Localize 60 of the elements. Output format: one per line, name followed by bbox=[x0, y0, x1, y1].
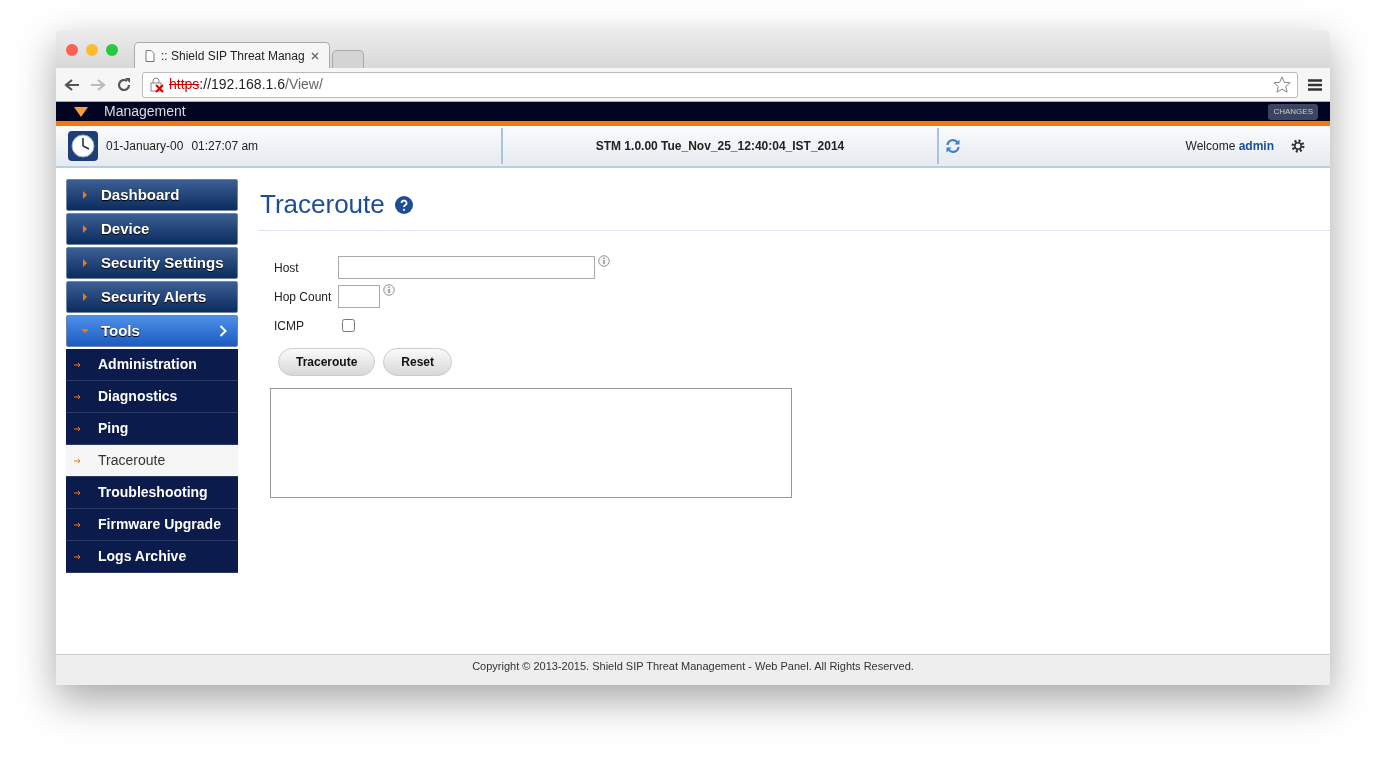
star-icon[interactable] bbox=[1273, 75, 1291, 94]
arrow-right-icon bbox=[74, 457, 82, 464]
window-control[interactable] bbox=[66, 44, 78, 56]
info-icon bbox=[598, 255, 610, 267]
settings-icon[interactable] bbox=[1290, 138, 1306, 154]
welcome-text: Welcome admin bbox=[1185, 138, 1274, 155]
changes-button[interactable]: CHANGES bbox=[1268, 103, 1318, 120]
field-label: ICMP bbox=[274, 317, 305, 335]
sidebar-item[interactable]: Security Settings bbox=[66, 247, 238, 279]
arrow-right-icon bbox=[74, 521, 82, 528]
page-title: Traceroute bbox=[260, 188, 385, 221]
arrow-right-icon bbox=[74, 489, 82, 496]
caret-right-icon bbox=[81, 259, 89, 267]
tab-title: :: Shield SIP Threat Manag bbox=[161, 47, 305, 65]
chevron-right-icon bbox=[219, 325, 227, 337]
hop-count-field[interactable] bbox=[338, 285, 380, 308]
caret-down-icon bbox=[81, 327, 89, 335]
traceroute-button[interactable]: Traceroute bbox=[278, 348, 376, 376]
caret-right-icon bbox=[81, 225, 89, 233]
copyright-text: Copyright © 2013-2015. Shield SIP Threat Management - Web Panel. All Rights Reserved. bbox=[56, 654, 1330, 685]
caret-right-icon bbox=[81, 293, 89, 301]
sidebar-item[interactable]: Device bbox=[66, 213, 238, 245]
icmp-checkbox[interactable] bbox=[342, 319, 355, 332]
arrow-right-icon bbox=[74, 393, 82, 400]
url-text: https://192.168.1.6/View/ bbox=[169, 75, 323, 94]
clock-icon bbox=[68, 131, 98, 161]
logo-icon bbox=[74, 106, 88, 117]
field-label: Hop Count bbox=[274, 288, 333, 306]
address-bar[interactable]: https://192.168.1.6/View/ bbox=[142, 71, 1298, 98]
host-field[interactable] bbox=[338, 256, 595, 279]
reload-icon[interactable] bbox=[116, 76, 132, 93]
arrow-right-icon bbox=[74, 425, 82, 432]
refresh-icon[interactable] bbox=[945, 138, 961, 154]
version-text: STM 1.0.00 Tue_Nov_25_12:40:04_IST_2014 bbox=[503, 128, 939, 164]
browser-tab[interactable]: :: Shield SIP Threat Manag bbox=[134, 42, 330, 68]
sidebar-item[interactable]: Security Alerts bbox=[66, 281, 238, 313]
submenu-item[interactable]: Diagnostics bbox=[66, 381, 238, 413]
caret-right-icon bbox=[81, 191, 89, 199]
submenu-item[interactable]: Administration bbox=[66, 349, 238, 381]
submenu-item[interactable]: Traceroute bbox=[66, 445, 238, 477]
help-icon[interactable] bbox=[394, 195, 413, 214]
brand-name: Management bbox=[104, 102, 186, 121]
close-icon[interactable] bbox=[311, 51, 319, 60]
arrow-right-icon bbox=[74, 553, 82, 560]
sidebar-item[interactable]: Dashboard bbox=[66, 179, 238, 211]
arrow-right-icon bbox=[74, 361, 82, 368]
time-text: 01:27:07 am bbox=[191, 138, 259, 155]
submenu-item[interactable]: Firmware Upgrade bbox=[66, 509, 238, 541]
page-icon bbox=[145, 49, 155, 62]
broken-lock-icon bbox=[149, 76, 165, 93]
reset-button[interactable]: Reset bbox=[383, 348, 453, 376]
date-text: 01-January-00 bbox=[106, 138, 184, 155]
submenu-item[interactable]: Logs Archive bbox=[66, 541, 238, 573]
submenu-item[interactable]: Troubleshooting bbox=[66, 477, 238, 509]
sidebar-item[interactable]: Tools bbox=[66, 315, 238, 347]
menu-icon[interactable] bbox=[1308, 78, 1322, 91]
submenu-item[interactable]: Ping bbox=[66, 413, 238, 445]
info-icon bbox=[383, 284, 395, 296]
back-icon[interactable] bbox=[64, 77, 80, 92]
field-label: Host bbox=[274, 259, 300, 277]
